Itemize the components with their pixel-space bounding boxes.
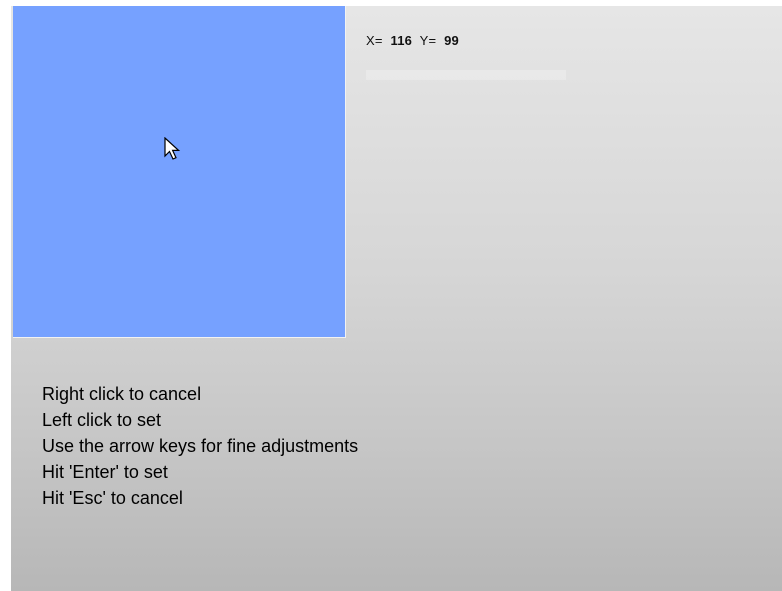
instruction-list: Right click to cancel Left click to set … — [42, 381, 358, 511]
instruction-arrow-keys: Use the arrow keys for fine adjustments — [42, 436, 359, 456]
instruction-esc: Hit 'Esc' to cancel — [42, 488, 183, 508]
color-preview-area[interactable] — [13, 6, 346, 338]
cursor-coordinates-readout: X= 116 Y= 99 — [366, 33, 459, 48]
y-coordinate-label: Y= — [419, 33, 437, 48]
instruction-enter: Hit 'Enter' to set — [42, 462, 168, 482]
x-coordinate-label: X= — [366, 33, 383, 48]
x-coordinate-value: 116 — [390, 33, 413, 48]
mouse-pointer-icon — [164, 137, 181, 160]
instruction-left-click: Left click to set — [42, 410, 162, 430]
position-picker-window: X= 116 Y= 99 Right click to cancel Left … — [0, 0, 782, 591]
y-coordinate-value: 99 — [444, 33, 459, 48]
instruction-right-click: Right click to cancel — [42, 384, 202, 404]
picker-overlay[interactable]: X= 116 Y= 99 Right click to cancel Left … — [11, 6, 782, 591]
readout-underline — [366, 70, 566, 80]
